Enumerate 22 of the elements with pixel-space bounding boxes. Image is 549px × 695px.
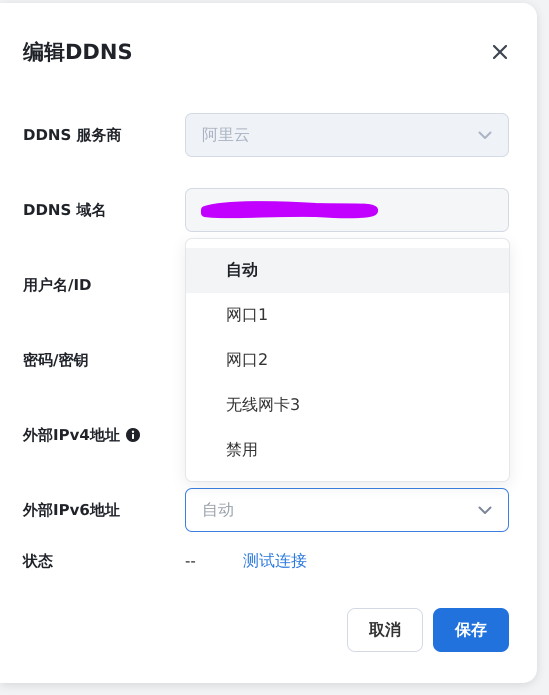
save-button[interactable]: 保存: [433, 608, 509, 652]
close-icon[interactable]: [492, 44, 508, 60]
dialog-title: 编辑DDNS: [23, 39, 133, 66]
dropdown-option[interactable]: 自动: [186, 248, 509, 293]
dropdown-option[interactable]: 禁用: [186, 428, 509, 473]
field-label: 用户名/ID: [23, 276, 92, 294]
dropdown-option[interactable]: 网口2: [186, 338, 509, 383]
dropdown-option[interactable]: 无线网卡3: [186, 383, 509, 428]
field-label: 外部IPv4地址: [23, 426, 120, 444]
chevron-down-icon: [478, 506, 492, 514]
dropdown-option[interactable]: 网口1: [186, 293, 509, 338]
field-label: DDNS 服务商: [23, 126, 122, 144]
field-label: 密码/密钥: [23, 350, 88, 370]
info-icon[interactable]: [126, 428, 140, 442]
field-label: 外部IPv6地址: [23, 500, 120, 520]
test-connection-link[interactable]: 测试连接: [243, 550, 307, 572]
input-field[interactable]: [185, 188, 509, 232]
field-label: DDNS 域名: [23, 200, 106, 220]
chevron-down-icon: [478, 130, 492, 140]
status-value: --: [185, 552, 197, 570]
cancel-button[interactable]: 取消: [347, 608, 423, 652]
field-label: 状态: [23, 552, 53, 570]
